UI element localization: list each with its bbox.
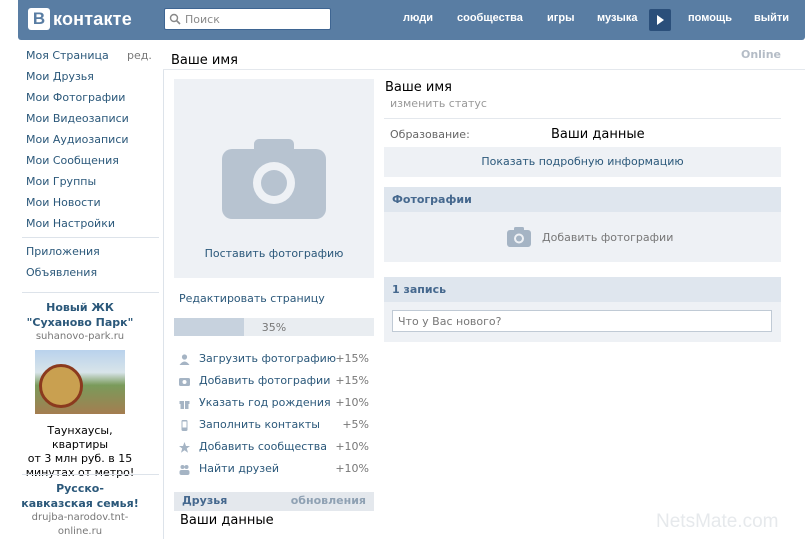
nav-games[interactable]: игры — [547, 12, 574, 28]
star-icon — [179, 442, 190, 453]
content-divider — [163, 40, 164, 539]
sidebar-item-videos[interactable]: Мои Видеозаписи — [26, 111, 161, 132]
music-play-icon[interactable] — [649, 9, 671, 31]
search-icon — [169, 13, 181, 25]
task-label: Добавить сообщества — [199, 440, 327, 453]
photos-section: Фотографии Добавить фотографии — [384, 187, 781, 262]
ad-title[interactable]: кавказская семья! — [20, 496, 140, 511]
ad-block-druzhba[interactable]: Русско- кавказская семья! drujba-narodov… — [20, 481, 140, 539]
profile-photo-placeholder[interactable]: Поставить фотографию — [174, 79, 374, 278]
sidebar-item-audio[interactable]: Мои Аудиозаписи — [26, 132, 161, 153]
ad-text: Таунхаусы, квартиры — [47, 424, 113, 451]
education-value: Ваши данные — [551, 127, 645, 142]
task-add-photos[interactable]: Добавить фотографии +15% — [179, 374, 369, 392]
gift-icon — [179, 401, 190, 409]
menu-divider — [22, 237, 159, 238]
profile-name: Ваше имя — [385, 80, 452, 95]
ad-url: drujba-narodov.tnt- — [31, 512, 129, 523]
edit-page-link[interactable]: Редактировать страницу — [179, 292, 325, 305]
ad-logo-badge — [39, 364, 83, 408]
nav-help[interactable]: помощь — [688, 12, 732, 28]
task-label: Добавить фотографии — [199, 374, 331, 387]
task-communities[interactable]: Добавить сообщества +10% — [179, 440, 369, 458]
watermark: NetsMate.com — [656, 511, 779, 532]
sidebar-item-messages[interactable]: Мои Сообщения — [26, 153, 161, 174]
left-menu: Моя Страница ред. Мои Друзья Мои Фотограф… — [26, 48, 161, 286]
sidebar-item-settings[interactable]: Мои Настройки — [26, 216, 161, 237]
sidebar-item-news[interactable]: Мои Новости — [26, 195, 161, 216]
profile-topbar: Online — [163, 40, 805, 70]
profile-progress-bar: 35% — [174, 318, 374, 336]
upload-photo-link[interactable]: Поставить фотографию — [174, 247, 374, 260]
info-divider — [384, 118, 781, 119]
task-label: Указать год рождения — [199, 396, 331, 409]
user-icon — [179, 354, 190, 365]
camera-icon — [507, 227, 531, 247]
logo-mark: B — [28, 8, 50, 30]
task-percent: +15% — [335, 374, 369, 387]
ad-title[interactable]: Русско- — [20, 481, 140, 496]
ad-text: минутах от метро! — [25, 466, 135, 479]
sidebar-item-friends[interactable]: Мои Друзья — [26, 69, 161, 90]
top-header: B контакте люди сообщества игры музыка п… — [18, 0, 805, 40]
task-percent: +10% — [335, 396, 369, 409]
ad-text: от 3 млн руб. в 15 — [27, 452, 133, 465]
task-label: Заполнить контакты — [199, 418, 320, 431]
friends-title[interactable]: Друзья — [182, 494, 227, 507]
ad-block-suhanovo[interactable]: Новый ЖК "Суханово Парк" suhanovo-park.r… — [20, 300, 140, 344]
friends-header[interactable]: Друзья обновления — [174, 492, 374, 511]
friends-icon — [179, 465, 190, 475]
task-birth-year[interactable]: Указать год рождения +10% — [179, 396, 369, 414]
add-photos-link[interactable]: Добавить фотографии — [542, 231, 673, 244]
ad-url: online.ru — [57, 526, 103, 537]
task-label: Загрузить фотографию — [199, 352, 337, 365]
ad-text-block: Таунхаусы, квартиры от 3 млн руб. в 15 м… — [20, 424, 140, 480]
ad-title[interactable]: "Суханово Парк" — [20, 315, 140, 330]
ad-image[interactable] — [35, 350, 125, 414]
online-status: Online — [740, 48, 781, 61]
task-find-friends[interactable]: Найти друзей +10% — [179, 462, 369, 480]
camera-icon — [222, 139, 326, 219]
search-input[interactable] — [185, 12, 325, 26]
menu-divider — [22, 292, 159, 293]
nav-music[interactable]: музыка — [597, 12, 637, 28]
photos-header[interactable]: Фотографии — [384, 187, 781, 212]
wall-section: 1 запись — [384, 277, 781, 342]
sidebar-item-apps[interactable]: Приложения — [26, 244, 161, 265]
nav-communities[interactable]: сообщества — [457, 12, 523, 28]
phone-icon — [181, 420, 188, 431]
nav-people[interactable]: люди — [403, 12, 433, 28]
sidebar-item-ads[interactable]: Объявления — [26, 265, 161, 286]
task-upload-photo[interactable]: Загрузить фотографию +15% — [179, 352, 369, 370]
search-box[interactable] — [164, 8, 331, 30]
camera-icon — [179, 378, 190, 386]
show-more-info-button[interactable]: Показать подробную информацию — [384, 147, 781, 177]
task-percent: +15% — [335, 352, 369, 365]
vk-logo[interactable]: B контакте — [28, 8, 132, 30]
edit-link[interactable]: ред. — [127, 48, 152, 64]
sidebar-item-my-page[interactable]: Моя Страница ред. — [26, 48, 161, 69]
task-percent: +10% — [335, 440, 369, 453]
page-title: Ваше имя — [171, 53, 238, 68]
sidebar-item-photos[interactable]: Мои Фотографии — [26, 90, 161, 111]
logo-text: контакте — [53, 8, 132, 29]
ad-divider — [22, 474, 159, 475]
sidebar-item-groups[interactable]: Мои Группы — [26, 174, 161, 195]
progress-label: 35% — [261, 321, 287, 334]
task-percent: +10% — [335, 462, 369, 475]
task-percent: +5% — [342, 418, 369, 431]
task-label: Найти друзей — [199, 462, 280, 475]
ad-title[interactable]: Новый ЖК — [20, 300, 140, 315]
sidebar-item-label: Моя Страница — [26, 49, 109, 62]
ad-url: suhanovo-park.ru — [35, 331, 125, 342]
post-input[interactable] — [392, 310, 772, 332]
education-label: Образование: — [390, 128, 470, 141]
friends-updates-link[interactable]: обновления — [291, 494, 366, 507]
nav-logout[interactable]: выйти — [754, 12, 789, 28]
change-status-link[interactable]: изменить статус — [390, 97, 487, 110]
task-contacts[interactable]: Заполнить контакты +5% — [179, 418, 369, 436]
friends-data: Ваши данные — [180, 513, 274, 528]
wall-header[interactable]: 1 запись — [384, 277, 781, 302]
